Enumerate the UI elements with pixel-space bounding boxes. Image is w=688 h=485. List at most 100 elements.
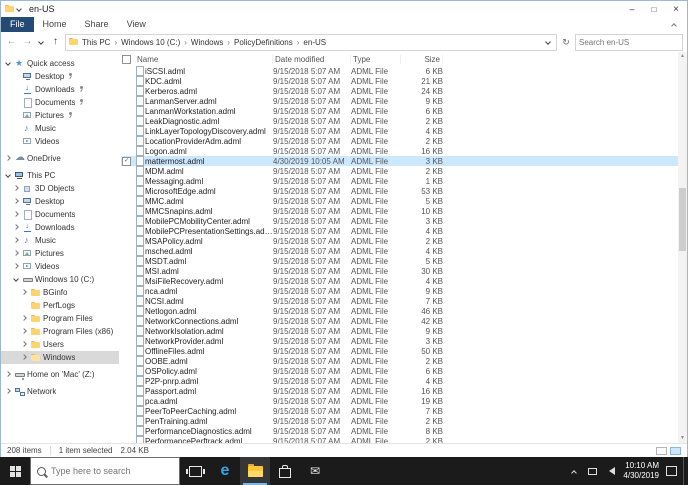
file-row[interactable]: MicrosoftEdge.adml 9/15/2018 5:07 AM ADML … bbox=[121, 186, 687, 196]
file-row[interactable]: OSPolicy.adml 9/15/2018 5:07 AM ADML File 6… bbox=[121, 366, 687, 376]
breadcrumb-item[interactable]: PolicyDefinitions bbox=[234, 38, 293, 47]
scrollbar-thumb[interactable] bbox=[679, 187, 686, 252]
file-row[interactable]: OOBE.adml 9/15/2018 5:07 AM ADML File 2 KB bbox=[121, 356, 687, 366]
file-row[interactable]: MSDT.adml 9/15/2018 5:07 AM ADML File 5 KB bbox=[121, 256, 687, 266]
sidebar-item-videos[interactable]: Videos bbox=[1, 135, 119, 148]
sidebar-item-quick-access[interactable]: Quick access bbox=[1, 57, 119, 70]
search-input[interactable] bbox=[576, 37, 682, 47]
column-header-date-modified[interactable]: Date modified bbox=[273, 54, 351, 64]
breadcrumb-separator-icon[interactable]: › bbox=[184, 38, 187, 47]
file-row[interactable]: MobilePCPresentationSettings.adml 9/15/20… bbox=[121, 226, 687, 236]
file-row[interactable]: iSCSI.adml 9/15/2018 5:07 AM ADML File 6 KB bbox=[121, 66, 687, 76]
tab-view[interactable]: View bbox=[118, 17, 155, 32]
volume-icon[interactable] bbox=[605, 467, 616, 475]
breadcrumb-item[interactable]: This PC bbox=[82, 38, 110, 47]
back-button[interactable] bbox=[5, 35, 18, 49]
close-button[interactable] bbox=[665, 1, 687, 17]
file-row[interactable]: MMCSnapins.adml 9/15/2018 5:07 AM ADML Fil… bbox=[121, 206, 687, 216]
scrollbar[interactable] bbox=[678, 52, 687, 443]
thumbnails-view-icon[interactable] bbox=[670, 446, 681, 455]
file-row[interactable]: MsiFileRecovery.adml 9/15/2018 5:07 AM ADM… bbox=[121, 276, 687, 286]
sidebar-item-desktop[interactable]: Desktop bbox=[1, 70, 119, 83]
file-row[interactable]: MMC.adml 9/15/2018 5:07 AM ADML File 5 KB bbox=[121, 196, 687, 206]
file-row[interactable]: Kerberos.adml 9/15/2018 5:07 AM ADML File 2… bbox=[121, 86, 687, 96]
show-desktop-button[interactable] bbox=[683, 457, 688, 485]
file-row[interactable]: pca.adml 9/15/2018 5:07 AM ADML File 19 KB bbox=[121, 396, 687, 406]
refresh-icon[interactable] bbox=[560, 35, 572, 49]
file-row[interactable]: LinkLayerTopologyDiscovery.adml 9/15/2018… bbox=[121, 126, 687, 136]
file-row[interactable]: nca.adml 9/15/2018 5:07 AM ADML File 9 KB bbox=[121, 286, 687, 296]
sidebar-item-windows-10-c[interactable]: Windows 10 (C:) bbox=[1, 273, 119, 286]
sidebar-item-network[interactable]: Network bbox=[1, 385, 119, 398]
column-header-name[interactable]: Name bbox=[135, 54, 273, 64]
chevron-right-icon[interactable] bbox=[12, 184, 21, 193]
address-bar[interactable]: This PC › Windows 10 (C:) › Windows › PolicyDe… bbox=[65, 33, 557, 51]
file-row[interactable]: NetworkIsolation.adml 9/15/2018 5:07 AM AD… bbox=[121, 326, 687, 336]
file-row[interactable]: PerformanceDiagnostics.adml 9/15/2018 5:0… bbox=[121, 426, 687, 436]
tray-expand-icon[interactable] bbox=[570, 467, 579, 476]
taskbar-edge-button[interactable] bbox=[210, 457, 240, 485]
file-row[interactable]: LeakDiagnostic.adml 9/15/2018 5:07 AM ADML… bbox=[121, 116, 687, 126]
file-row[interactable]: Logon.adml 9/15/2018 5:07 AM ADML File 16 K… bbox=[121, 146, 687, 156]
sidebar-item-this-pc[interactable]: This PC bbox=[1, 169, 119, 182]
file-row[interactable]: Netlogon.adml 9/15/2018 5:07 AM ADML File 4… bbox=[121, 306, 687, 316]
taskbar-clock[interactable]: 10:10 AM 4/30/2019 bbox=[623, 461, 659, 482]
breadcrumb-separator-icon[interactable]: › bbox=[227, 38, 230, 47]
task-view-button[interactable] bbox=[180, 457, 210, 485]
file-row[interactable]: NetworkProvider.adml 9/15/2018 5:07 AM ADM… bbox=[121, 336, 687, 346]
file-row[interactable]: MDM.adml 9/15/2018 5:07 AM ADML File 2 KB bbox=[121, 166, 687, 176]
tab-home[interactable]: Home bbox=[34, 17, 76, 32]
sidebar-item-pictures[interactable]: Pictures bbox=[1, 247, 119, 260]
file-row[interactable]: MobilePCMobilityCenter.adml 9/15/2018 5:0… bbox=[121, 216, 687, 226]
file-row[interactable]: MSAPolicy.adml 9/15/2018 5:07 AM ADML File… bbox=[121, 236, 687, 246]
taskbar-store-button[interactable] bbox=[270, 457, 300, 485]
taskbar-file-explorer-button[interactable] bbox=[240, 457, 270, 485]
file-row[interactable]: mattermost.adml 4/30/2019 10:05 AM ADML Fi… bbox=[121, 156, 687, 166]
action-center-icon[interactable] bbox=[666, 466, 677, 476]
sidebar-item-windows[interactable]: Windows bbox=[1, 351, 119, 364]
chevron-right-icon[interactable] bbox=[20, 340, 29, 349]
sidebar-item-music[interactable]: Music bbox=[1, 122, 119, 135]
chevron-down-icon[interactable] bbox=[4, 59, 13, 68]
chevron-right-icon[interactable] bbox=[20, 314, 29, 323]
ribbon-expand-icon[interactable] bbox=[670, 20, 679, 29]
up-button[interactable] bbox=[49, 35, 62, 49]
row-checkbox[interactable] bbox=[122, 156, 131, 166]
taskbar-search[interactable] bbox=[30, 457, 180, 485]
file-row[interactable]: PerformancePerftrack.adml 9/15/2018 5:07 … bbox=[121, 436, 687, 443]
file-row[interactable]: NetworkConnections.adml 9/15/2018 5:07 AM… bbox=[121, 316, 687, 326]
network-icon[interactable] bbox=[588, 467, 598, 475]
select-all-checkbox[interactable] bbox=[122, 54, 131, 64]
file-row[interactable]: OfflineFiles.adml 9/15/2018 5:07 AM ADML F… bbox=[121, 346, 687, 356]
breadcrumb-separator-icon[interactable]: › bbox=[114, 38, 117, 47]
details-view-icon[interactable] bbox=[656, 446, 667, 455]
sidebar-item-program-files[interactable]: Program Files bbox=[1, 312, 119, 325]
column-header-type[interactable]: Type bbox=[351, 54, 401, 64]
scroll-down-icon[interactable] bbox=[678, 434, 687, 443]
file-row[interactable]: msched.adml 9/15/2018 5:07 AM ADML File 4 K… bbox=[121, 246, 687, 256]
file-row[interactable]: NCSI.adml 9/15/2018 5:07 AM ADML File 7 KB bbox=[121, 296, 687, 306]
sidebar-item-onedrive[interactable]: OneDrive bbox=[1, 152, 119, 165]
file-row[interactable]: LanmanServer.adml 9/15/2018 5:07 AM ADML F… bbox=[121, 96, 687, 106]
breadcrumb-item[interactable]: Windows 10 (C:) bbox=[121, 38, 180, 47]
sidebar-item-3d-objects[interactable]: 3D Objects bbox=[1, 182, 119, 195]
sidebar-item-documents[interactable]: Documents bbox=[1, 208, 119, 221]
chevron-right-icon[interactable] bbox=[12, 236, 21, 245]
recent-locations-icon[interactable] bbox=[37, 38, 46, 47]
quick-access-toolbar-arrow-icon[interactable] bbox=[15, 5, 24, 14]
chevron-down-icon[interactable] bbox=[4, 171, 13, 180]
sidebar-item-bginfo[interactable]: BGinfo bbox=[1, 286, 119, 299]
file-row[interactable]: Passport.adml 9/15/2018 5:07 AM ADML File 1… bbox=[121, 386, 687, 396]
chevron-down-icon[interactable] bbox=[12, 275, 21, 284]
tab-share[interactable]: Share bbox=[76, 17, 118, 32]
chevron-right-icon[interactable] bbox=[12, 223, 21, 232]
taskbar-mail-button[interactable] bbox=[300, 457, 330, 485]
start-button[interactable] bbox=[0, 457, 30, 485]
minimize-button[interactable] bbox=[621, 1, 643, 17]
sidebar-item-home-on-mac-z[interactable]: Home on 'Mac' (Z:) bbox=[1, 368, 119, 381]
scrollbar-track[interactable] bbox=[678, 61, 687, 434]
chevron-right-icon[interactable] bbox=[12, 210, 21, 219]
file-row[interactable]: Messaging.adml 9/15/2018 5:07 AM ADML File… bbox=[121, 176, 687, 186]
tab-file[interactable]: File bbox=[1, 17, 34, 32]
chevron-right-icon[interactable] bbox=[12, 197, 21, 206]
